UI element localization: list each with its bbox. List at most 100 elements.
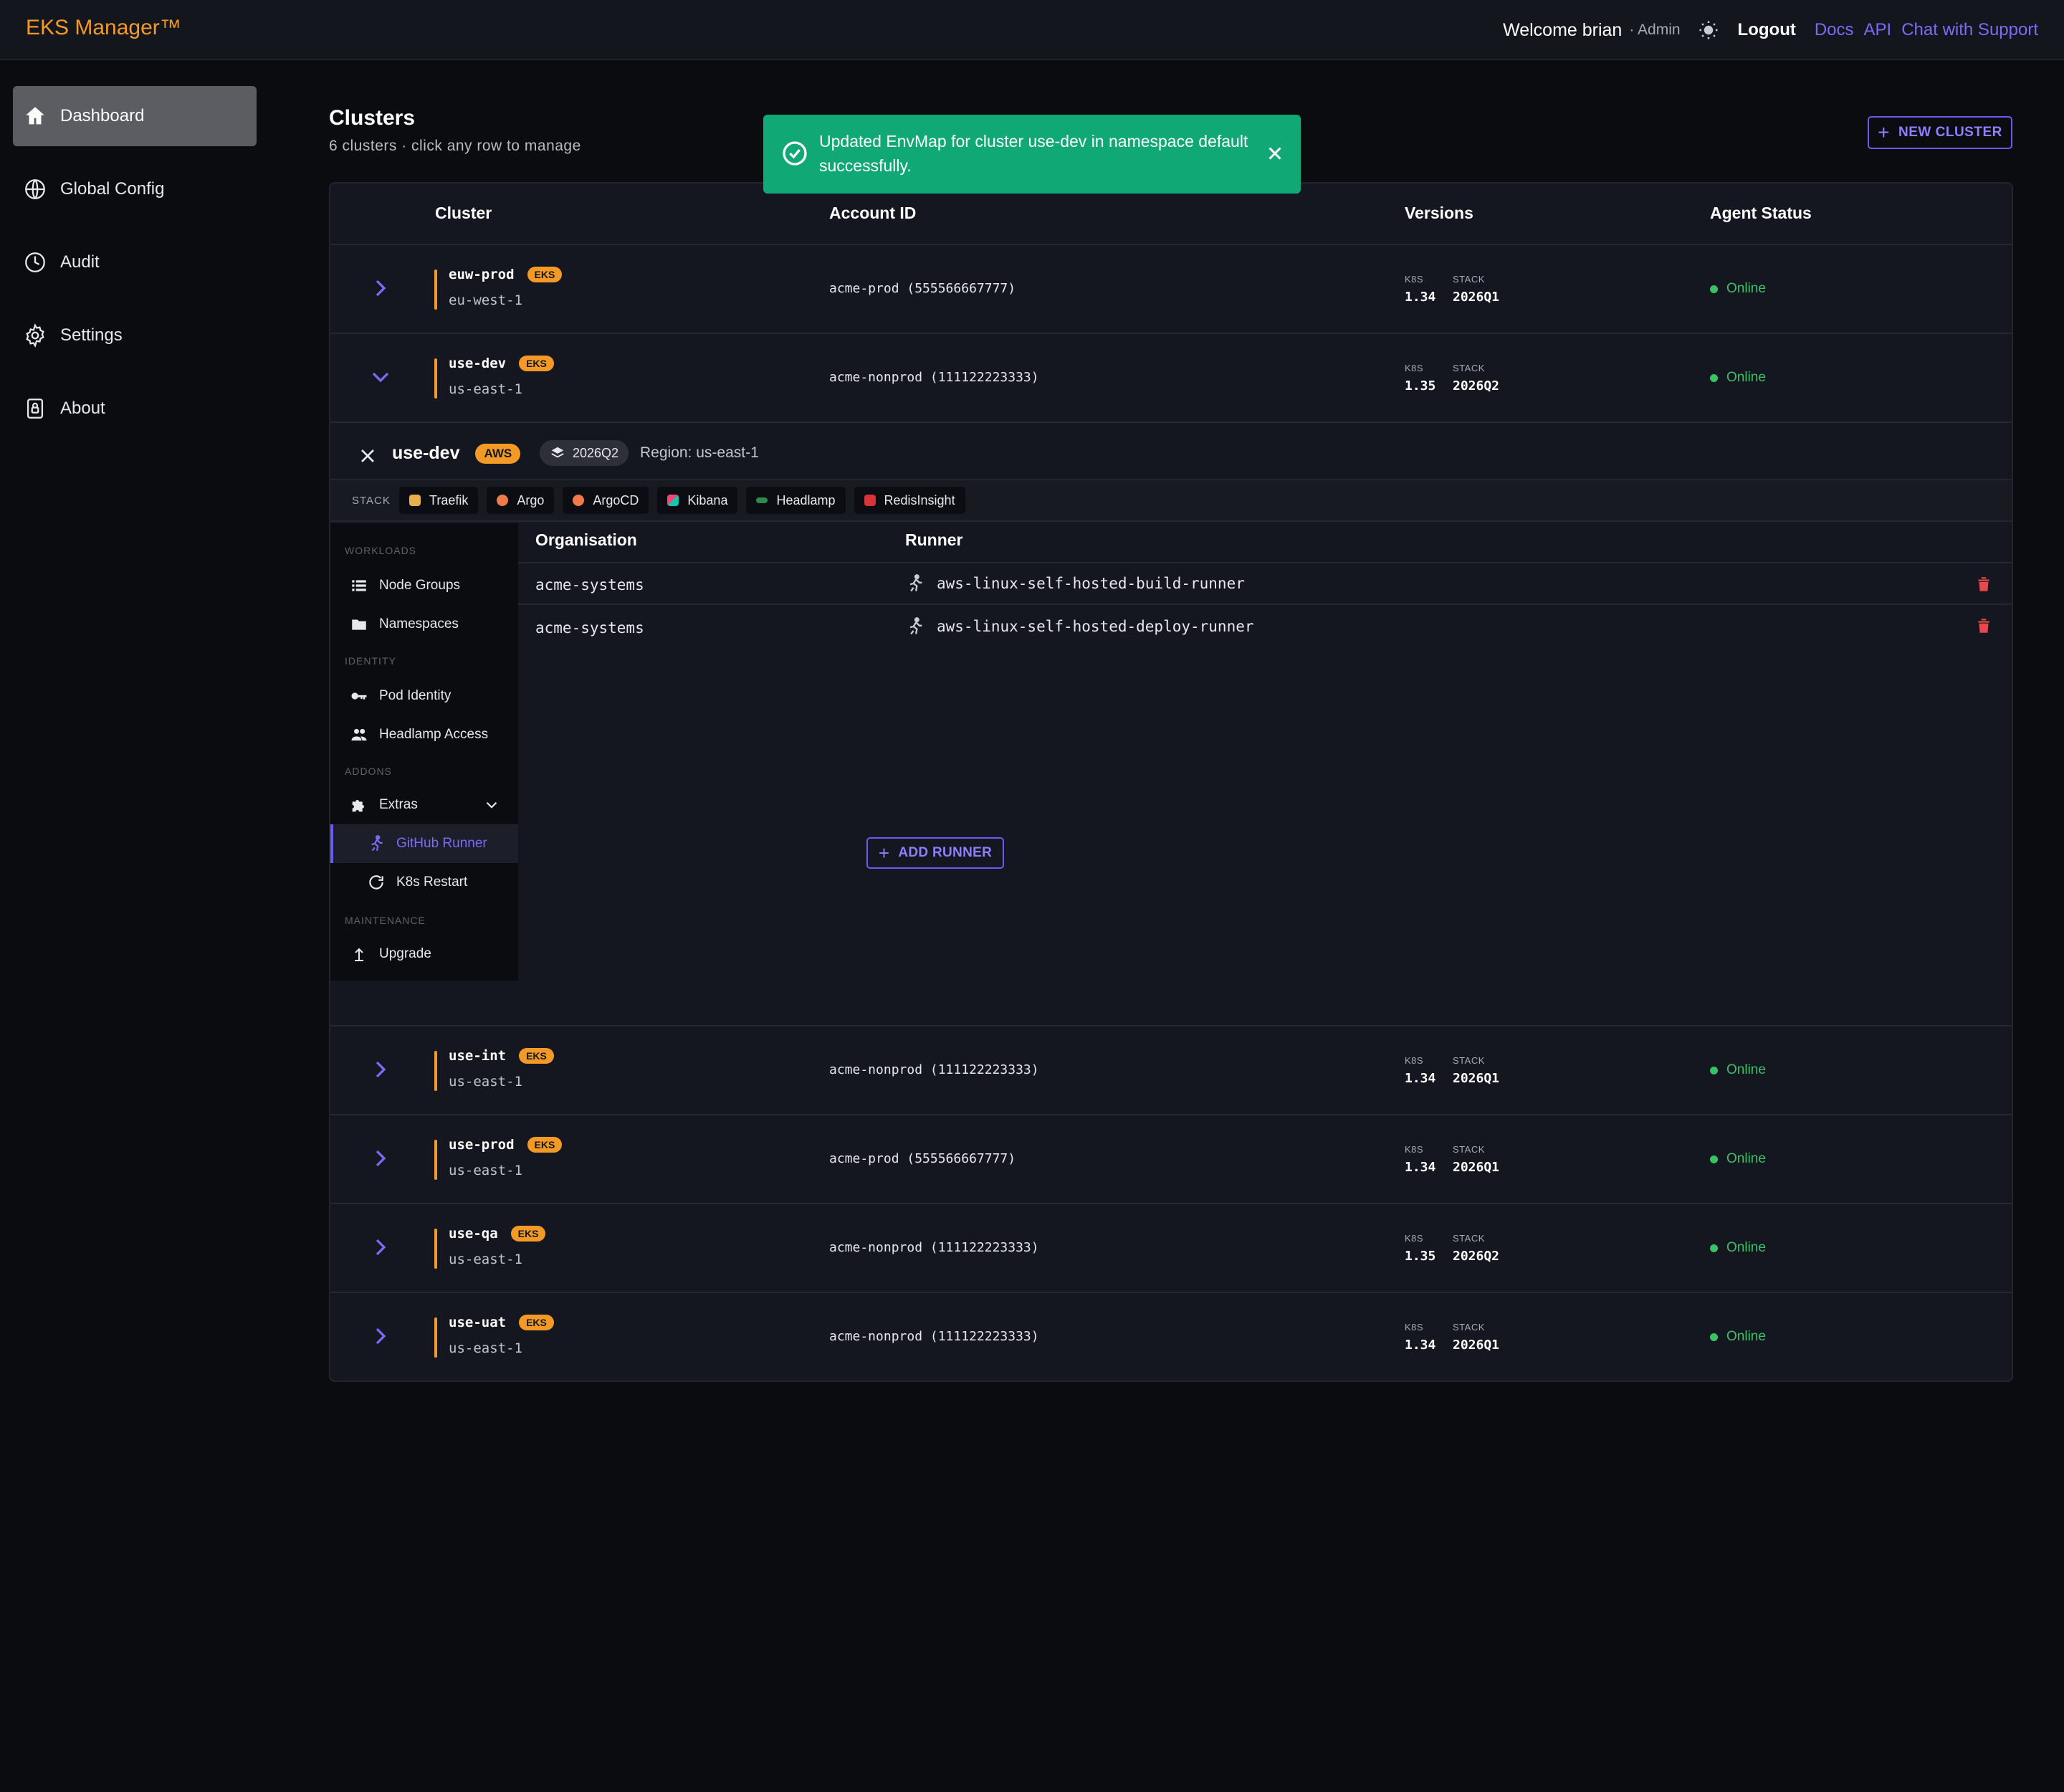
agent-status: Online	[1710, 281, 1766, 297]
detail-title: use-dev AWS	[392, 443, 521, 464]
agent-status: Online	[1710, 1062, 1766, 1078]
header-versions: Versions	[1405, 204, 1473, 222]
chevron-down-icon[interactable]	[482, 796, 501, 814]
chevron-right-icon[interactable]	[366, 1233, 395, 1262]
traefik-icon	[409, 495, 421, 506]
app-brand[interactable]: EKS Manager™	[26, 16, 181, 40]
page-title: Clusters	[329, 106, 416, 130]
table-row[interactable]: use-dev EKS us-east-1 acme-nonprod (11112…	[330, 334, 2012, 421]
header-cluster: Cluster	[435, 204, 492, 222]
chevron-right-icon[interactable]	[366, 1144, 395, 1173]
trash-icon[interactable]	[1974, 575, 1993, 594]
sun-icon[interactable]	[1696, 18, 1721, 42]
eks-badge: EKS	[519, 356, 554, 371]
k8s-version: 1.34	[1405, 1338, 1436, 1353]
subnav-node-groups[interactable]: Node Groups	[330, 566, 518, 605]
folder-icon	[349, 614, 369, 634]
eks-badge: EKS	[527, 267, 563, 282]
clock-icon	[22, 249, 49, 276]
docs-link[interactable]: Docs	[1815, 20, 1854, 40]
k8s-label: K8S	[1405, 1055, 1424, 1066]
section-addons: ADDONS	[345, 766, 392, 777]
cluster-name-text: use-qa	[449, 1226, 498, 1241]
stack-version-pill: 2026Q2	[540, 440, 629, 466]
chip-argocd[interactable]: ArgoCD	[563, 487, 649, 514]
chat-support-link[interactable]: Chat with Support	[1901, 20, 2038, 40]
runner-name: aws-linux-self-hosted-build-runner	[905, 573, 1245, 594]
new-cluster-label: NEW CLUSTER	[1898, 125, 2002, 140]
add-runner-button[interactable]: + ADD RUNNER	[866, 837, 1004, 869]
sidebar-item-about[interactable]: About	[13, 378, 257, 439]
puzzle-icon	[349, 795, 369, 815]
subnav-label: Pod Identity	[379, 688, 452, 703]
cluster-region: us-east-1	[449, 1340, 522, 1356]
chevron-right-icon[interactable]	[366, 274, 395, 302]
cluster-name-text: euw-prod	[449, 267, 515, 282]
eks-badge: EKS	[519, 1048, 554, 1064]
top-bar-actions: Welcome brian · Admin Logout Docs API Ch…	[1503, 16, 2038, 44]
sidebar-item-audit[interactable]: Audit	[13, 232, 257, 292]
api-link[interactable]: API	[1864, 20, 1892, 40]
cluster-region: us-east-1	[449, 1074, 522, 1090]
chip-label: ArgoCD	[593, 492, 639, 507]
stack-bar: STACK Traefik Argo ArgoCD Kibana Headlam…	[330, 479, 2012, 522]
stack-chips: Traefik Argo ArgoCD Kibana Headlamp Redi…	[399, 487, 974, 514]
sidebar-item-settings[interactable]: Settings	[13, 305, 257, 366]
subnav-label: Upgrade	[379, 946, 431, 961]
success-toast: Updated EnvMap for cluster use-dev in na…	[763, 115, 1301, 194]
sidebar-item-global-config[interactable]: Global Config	[13, 159, 257, 219]
stack-version: 2026Q1	[1453, 1071, 1500, 1086]
table-row[interactable]: use-qa EKS us-east-1 acme-nonprod (111122…	[330, 1204, 2012, 1292]
status-dot	[1710, 1333, 1718, 1341]
subnav-headlamp-access[interactable]: Headlamp Access	[330, 715, 518, 754]
home-icon	[22, 103, 49, 130]
account-id: acme-nonprod (111122223333)	[829, 1329, 1039, 1344]
subnav-pod-identity[interactable]: Pod Identity	[330, 677, 518, 715]
subnav-label: Namespaces	[379, 616, 459, 632]
table-row[interactable]: use-prod EKS us-east-1 acme-prod (5555666…	[330, 1115, 2012, 1203]
table-row[interactable]: euw-prod EKS eu-west-1 acme-prod (5555666…	[330, 245, 2012, 333]
runner-icon	[909, 617, 922, 635]
close-icon[interactable]	[356, 444, 379, 467]
sidebar-item-label: About	[60, 399, 105, 418]
account-id: acme-nonprod (111122223333)	[829, 1240, 1039, 1255]
logout-button[interactable]: Logout	[1738, 20, 1796, 40]
chevron-right-icon[interactable]	[366, 1322, 395, 1350]
row-accent	[434, 1317, 437, 1358]
subnav-k8s-restart[interactable]: K8s Restart	[330, 863, 518, 902]
chip-headlamp[interactable]: Headlamp	[746, 487, 846, 514]
chip-kibana[interactable]: Kibana	[657, 487, 738, 514]
cluster-name-text: use-dev	[449, 356, 507, 371]
top-bar: EKS Manager™ Welcome brian · Admin Logou…	[0, 0, 2064, 60]
trash-icon[interactable]	[1974, 616, 1993, 635]
chip-argo[interactable]: Argo	[487, 487, 555, 514]
eks-badge: EKS	[519, 1315, 554, 1330]
chip-redisinsight[interactable]: RedisInsight	[854, 487, 965, 514]
stack-pill-text: 2026Q2	[573, 445, 619, 460]
header-runner: Runner	[905, 530, 963, 549]
subnav-namespaces[interactable]: Namespaces	[330, 605, 518, 644]
table-row[interactable]: use-uat EKS us-east-1 acme-nonprod (11112…	[330, 1293, 2012, 1381]
stack-version: 2026Q1	[1453, 1160, 1500, 1175]
header-organisation: Organisation	[535, 530, 637, 549]
table-row[interactable]: use-int EKS us-east-1 acme-nonprod (11112…	[330, 1026, 2012, 1114]
subnav-github-runner[interactable]: GitHub Runner	[330, 824, 518, 863]
k8s-label: K8S	[1405, 274, 1424, 285]
chevron-right-icon[interactable]	[366, 1055, 395, 1084]
sidebar-item-dashboard[interactable]: Dashboard	[13, 86, 257, 146]
plus-icon: +	[878, 842, 890, 864]
close-icon[interactable]	[1262, 140, 1288, 166]
agent-status: Online	[1710, 1240, 1766, 1256]
aws-badge: AWS	[475, 443, 521, 464]
layers-icon	[551, 447, 564, 458]
chevron-down-icon[interactable]	[366, 363, 395, 391]
cluster-detail-panel: use-dev AWS 2026Q2 Region: us-east-1 STAC…	[330, 423, 2012, 1025]
new-cluster-button[interactable]: + NEW CLUSTER	[1868, 116, 2012, 149]
status-text: Online	[1726, 1151, 1766, 1166]
status-dot	[1710, 1066, 1718, 1074]
chip-traefik[interactable]: Traefik	[399, 487, 479, 514]
subnav-upgrade[interactable]: Upgrade	[330, 935, 518, 973]
k8s-version: 1.35	[1405, 378, 1436, 394]
subnav-extras[interactable]: Extras	[330, 786, 518, 824]
runner-icon	[366, 834, 386, 854]
